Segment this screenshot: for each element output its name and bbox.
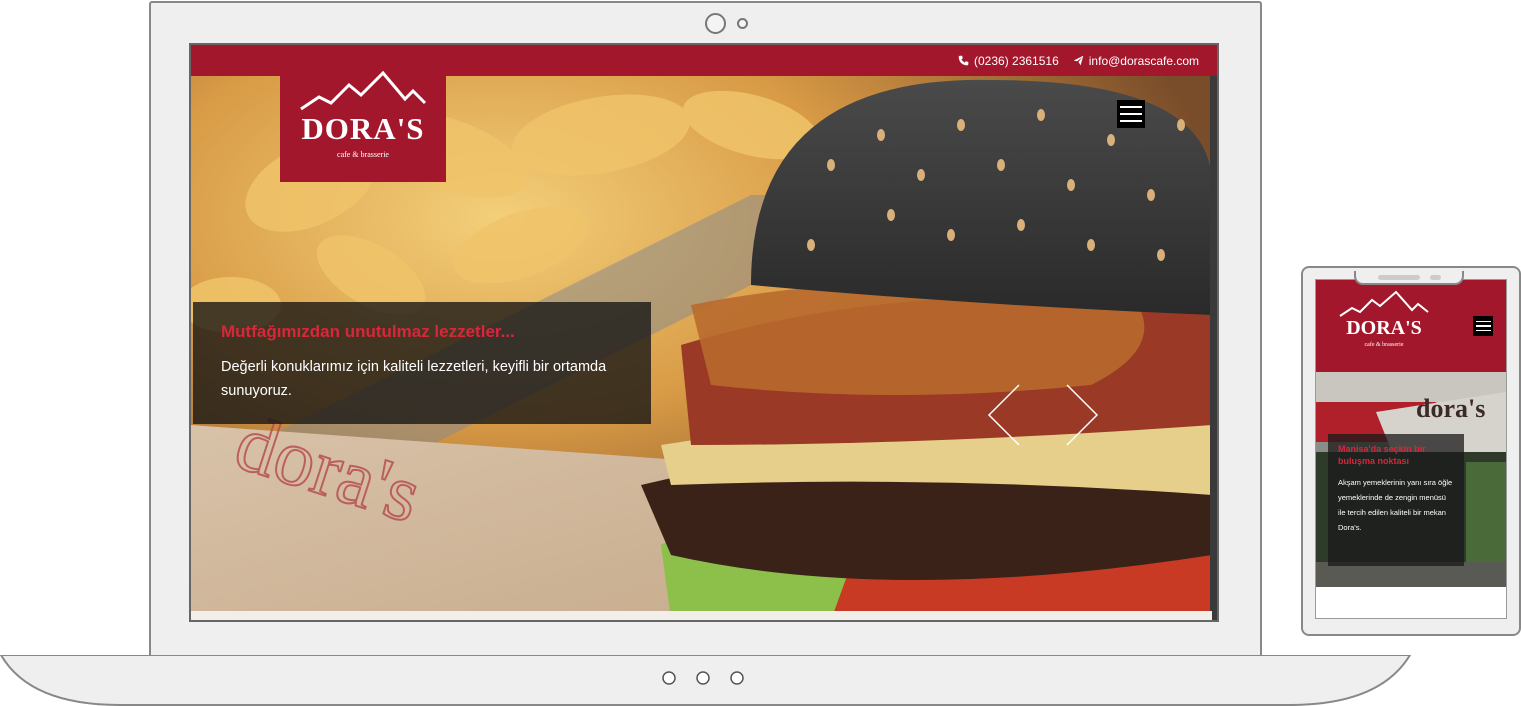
brand-name: DORA'S <box>301 111 425 146</box>
phone-contact[interactable]: (0236) 2361516 <box>958 54 1059 68</box>
laptop-sensor-icon <box>737 18 748 29</box>
brand-tagline: cafe & brasserie <box>337 150 389 159</box>
mobile-slide-caption: Manisa'da seçkin bir buluşma noktası Akş… <box>1328 434 1464 566</box>
svg-text:dora's: dora's <box>1416 394 1485 423</box>
mountain-logo-icon <box>300 70 427 111</box>
page-below-fold <box>191 611 1212 620</box>
slide-title: Mutfağımızdan unutulmaz lezzetler... <box>221 322 515 341</box>
desktop-screen: dora's (0236) 2361516 info@dorascafe.com… <box>189 43 1219 622</box>
mobile-header: DORA'S cafe & brasserie <box>1316 280 1506 372</box>
mobile-brand-name: DORA'S <box>1346 317 1422 339</box>
mobile-brand-logo[interactable]: DORA'S cafe & brasserie <box>1338 290 1430 348</box>
phone-number: (0236) 2361516 <box>974 53 1059 68</box>
laptop-camera-icon <box>705 13 726 34</box>
phone-speaker <box>1378 275 1420 280</box>
hamburger-menu-icon[interactable] <box>1117 100 1145 128</box>
slide-text: Değerli konuklarımız için kaliteli lezze… <box>221 359 607 399</box>
slide-caption: Mutfağımızdan unutulmaz lezzetler... Değ… <box>193 302 651 424</box>
chevron-right-icon[interactable] <box>1065 383 1099 447</box>
mobile-slide-title: Manisa'da seçkin bir buluşma noktası <box>1338 444 1426 466</box>
paper-plane-icon <box>1073 55 1084 66</box>
laptop-base <box>0 655 1411 706</box>
phone-icon <box>958 55 969 66</box>
hamburger-menu-icon[interactable] <box>1473 316 1493 336</box>
mobile-screen: DORA'S cafe & brasserie dora's Manisa'da… <box>1315 279 1507 619</box>
mountain-logo-icon <box>1339 290 1429 317</box>
email-contact[interactable]: info@dorascafe.com <box>1073 54 1199 68</box>
email-address: info@dorascafe.com <box>1088 53 1199 68</box>
chevron-left-icon[interactable] <box>987 383 1021 447</box>
phone-sensor <box>1430 275 1441 280</box>
mobile-brand-tagline: cafe & brasserie <box>1364 342 1404 348</box>
scrollbar[interactable] <box>1210 45 1217 620</box>
mobile-slide-text: Akşam yemeklerinin yanı sıra öğle yemekl… <box>1338 478 1453 532</box>
brand-logo[interactable]: DORA'S cafe & brasserie <box>280 70 446 182</box>
